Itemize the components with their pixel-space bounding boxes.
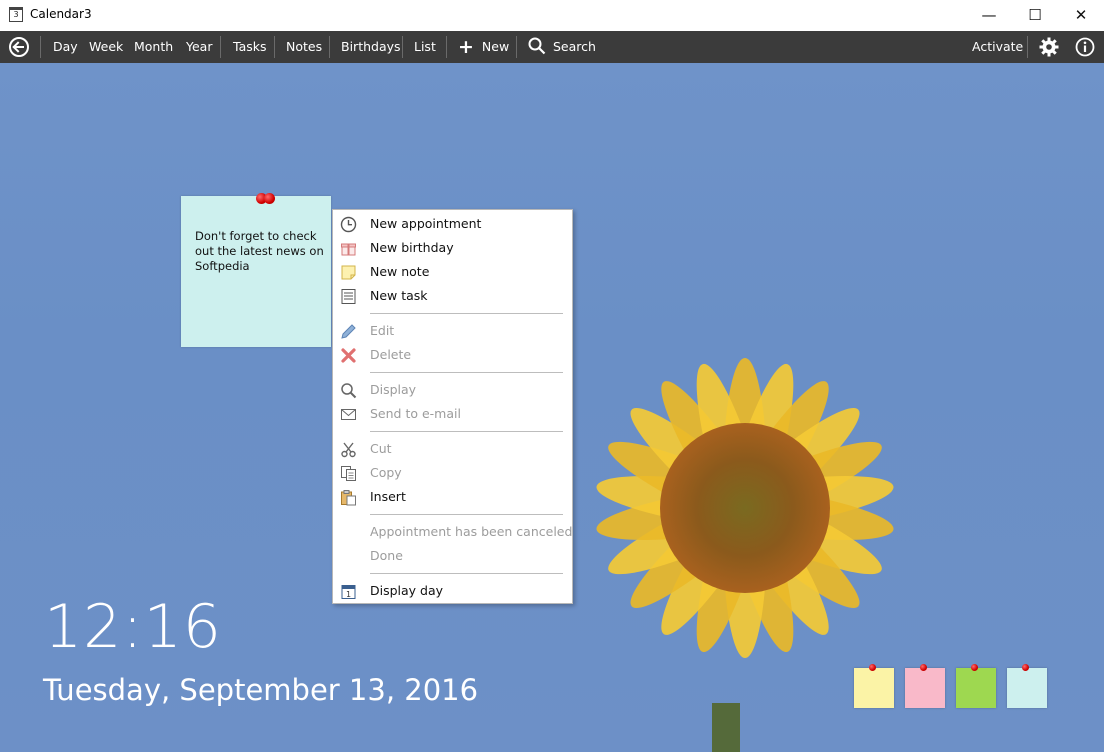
activate-button[interactable]: Activate [972,31,1023,63]
sticky-note[interactable]: Don't forget to check out the latest new… [181,193,331,347]
menu-separator [370,313,563,314]
new-label: New [481,39,510,54]
pencil-icon [341,324,356,339]
toolbar-list[interactable]: List [414,31,436,63]
menu-send-email[interactable]: Send to e-mail [333,403,572,425]
pushpin-icon [1022,664,1029,671]
title-bar: 3 Calendar3 — ☐ ✕ [0,0,1104,31]
menu-new-note[interactable]: New note [333,261,572,283]
close-button[interactable]: ✕ [1058,0,1104,31]
menu-new-task[interactable]: New task [333,285,572,307]
menu-done[interactable]: Done [333,545,572,567]
note-text: Don't forget to check out the latest new… [195,229,324,273]
toolbar-week[interactable]: Week [89,31,123,63]
toolbar-separator [274,36,275,58]
menu-display[interactable]: Display [333,379,572,401]
toolbar-separator [329,36,330,58]
envelope-icon [341,409,356,420]
toolbar-separator [402,36,403,58]
menu-display-day[interactable]: 1 Display day [333,580,572,602]
menu-delete[interactable]: Delete [333,344,572,366]
menu-separator [370,372,563,373]
pushpin-icon [264,193,275,204]
window-title: Calendar3 [30,7,92,21]
info-icon[interactable] [1075,37,1095,57]
clock-time: 12:16 [44,592,222,662]
menu-separator [370,431,563,432]
menu-insert[interactable]: Insert [333,486,572,508]
toolbar-birthdays[interactable]: Birthdays [341,31,401,63]
copy-icon [341,466,356,481]
maximize-button[interactable]: ☐ [1012,0,1058,31]
calendar-day-icon: 1 [341,585,356,599]
magnifier-icon [341,383,357,399]
pushpin-icon [869,664,876,671]
svg-text:1: 1 [346,590,351,599]
pushpin-icon [971,664,978,671]
mini-note-4[interactable] [1007,664,1047,708]
delete-x-icon [341,348,356,363]
menu-new-birthday[interactable]: New birthday [333,237,572,259]
toolbar-separator [220,36,221,58]
plus-icon: + [458,36,474,58]
toolbar-search[interactable]: Search [528,31,596,63]
toolbar-separator [516,36,517,58]
menu-separator [370,514,563,515]
menu-separator [370,573,563,574]
gift-icon [341,243,356,256]
note-icon [341,265,356,280]
scissors-icon [341,442,356,458]
toolbar-day[interactable]: Day [53,31,78,63]
paste-clipboard-icon [341,490,356,506]
mini-note-3[interactable] [956,664,996,708]
toolbar-separator [446,36,447,58]
toolbar-new[interactable]: + New [458,31,509,63]
minimize-button[interactable]: — [966,0,1012,31]
toolbar-notes[interactable]: Notes [286,31,322,63]
pushpin-icon [920,664,927,671]
toolbar: Day Week Month Year Tasks Notes Birthday… [0,31,1104,63]
search-icon [528,37,546,55]
back-arrow-icon[interactable] [9,37,29,57]
gear-icon[interactable] [1039,37,1059,57]
menu-cut[interactable]: Cut [333,438,572,460]
toolbar-separator [40,36,41,58]
clock-icon [340,216,357,233]
toolbar-month[interactable]: Month [134,31,173,63]
mini-note-1[interactable] [854,664,894,708]
search-label: Search [552,39,596,54]
toolbar-tasks[interactable]: Tasks [233,31,267,63]
menu-new-appointment[interactable]: New appointment [333,213,572,235]
mini-note-2[interactable] [905,664,945,708]
sunflower-center [660,423,830,593]
task-list-icon [341,289,356,304]
context-menu: New appointment New birthday New note Ne… [332,209,573,604]
menu-edit[interactable]: Edit [333,320,572,342]
sunflower-stem [712,703,740,752]
menu-copy[interactable]: Copy [333,462,572,484]
clock-date: Tuesday, September 13, 2016 [43,673,479,707]
menu-appointment-canceled[interactable]: Appointment has been canceled [333,521,572,543]
toolbar-year[interactable]: Year [186,31,212,63]
toolbar-separator [1027,36,1028,58]
calendar-app-icon: 3 [9,7,23,22]
